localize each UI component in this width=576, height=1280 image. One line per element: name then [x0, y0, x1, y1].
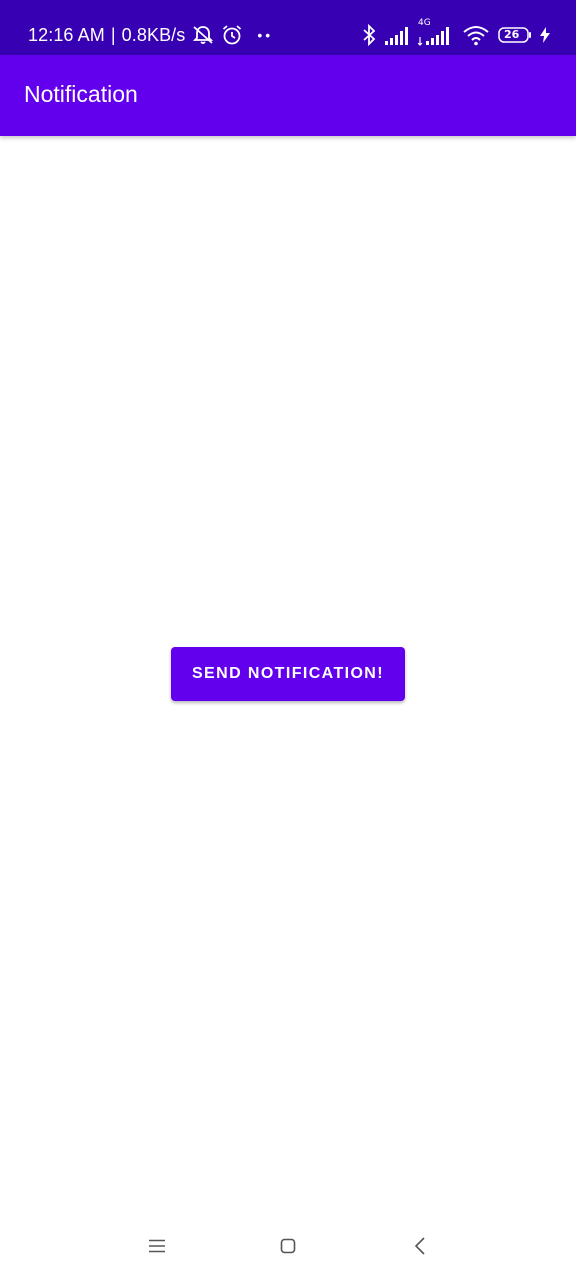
charging-icon: [540, 27, 550, 43]
bluetooth-icon: [362, 24, 376, 46]
more-notifications-icon: ••: [257, 27, 274, 43]
battery-level: 26: [504, 28, 520, 41]
mute-icon: [191, 24, 215, 46]
send-notification-button[interactable]: SEND NOTIFICATION!: [171, 647, 405, 701]
back-icon[interactable]: [400, 1232, 440, 1260]
status-separator: |: [110, 24, 116, 45]
status-bar: 12:16 AM | 0.8KB/s •• 4G 26: [0, 0, 576, 55]
status-time: 12:16 AM: [28, 24, 105, 45]
status-net-speed: 0.8KB/s: [121, 24, 186, 45]
main-content: SEND NOTIFICATION!: [0, 136, 576, 1208]
signal-icon: [384, 25, 410, 45]
battery-icon: 26: [498, 27, 532, 43]
status-right: 4G 26: [362, 18, 550, 48]
navigation-bar: [0, 1208, 576, 1280]
page-title: Notification: [24, 81, 138, 107]
wifi-icon: [462, 24, 490, 46]
menu-icon[interactable]: [137, 1232, 177, 1260]
home-icon[interactable]: [268, 1232, 308, 1260]
status-left: 12:16 AM | 0.8KB/s ••: [28, 22, 273, 48]
alarm-icon: [221, 24, 243, 46]
signal-4g-icon: 4G: [418, 18, 454, 46]
app-bar: Notification: [0, 55, 576, 136]
